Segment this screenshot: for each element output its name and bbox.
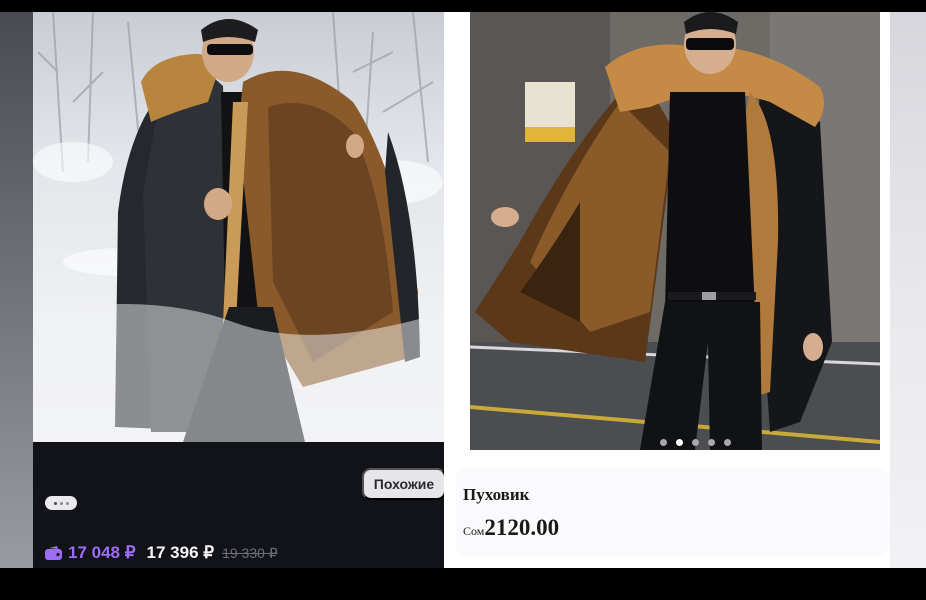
current-price: 17 396 ₽ <box>146 543 215 562</box>
left-edge-panel <box>0 12 33 568</box>
wallet-icon <box>45 546 62 560</box>
dots-indicator-icon <box>45 496 77 510</box>
product-title[interactable]: Пуховик <box>463 485 529 505</box>
product-card-right[interactable]: Пуховик Сом2120.00 <box>444 12 890 568</box>
old-price: 19 330 ₽ <box>222 544 278 561</box>
carousel-dot[interactable] <box>708 439 715 446</box>
carousel-dot[interactable] <box>692 439 699 446</box>
right-edge-panel <box>890 12 926 568</box>
product-card-left[interactable]: Похожие 17 048 ₽ 17 396 ₽ 19 330 ₽ <box>33 12 444 568</box>
price-row: 17 048 ₽ 17 396 ₽ 19 330 ₽ <box>45 542 278 564</box>
wallet-price: 17 048 ₽ <box>68 543 136 562</box>
product-image-right[interactable] <box>470 12 880 450</box>
carousel-dot[interactable] <box>724 439 731 446</box>
fur-parka-photo-street <box>470 12 880 450</box>
fur-parka-photo-snow <box>33 12 444 442</box>
carousel-dot-active[interactable] <box>676 439 683 446</box>
price-value: 2120.00 <box>484 515 560 540</box>
top-black-bar <box>0 0 926 12</box>
product-info-left: Похожие 17 048 ₽ 17 396 ₽ 19 330 ₽ <box>33 442 444 568</box>
product-image-left[interactable] <box>33 12 444 442</box>
carousel-dot[interactable] <box>660 439 667 446</box>
product-info-right: Пуховик Сом2120.00 <box>456 468 890 556</box>
similar-button[interactable]: Похожие <box>362 468 444 500</box>
product-price: Сом2120.00 <box>463 515 559 541</box>
currency-label: Сом <box>463 524 485 538</box>
bottom-black-bar <box>0 568 926 600</box>
carousel-dots[interactable] <box>660 439 731 446</box>
